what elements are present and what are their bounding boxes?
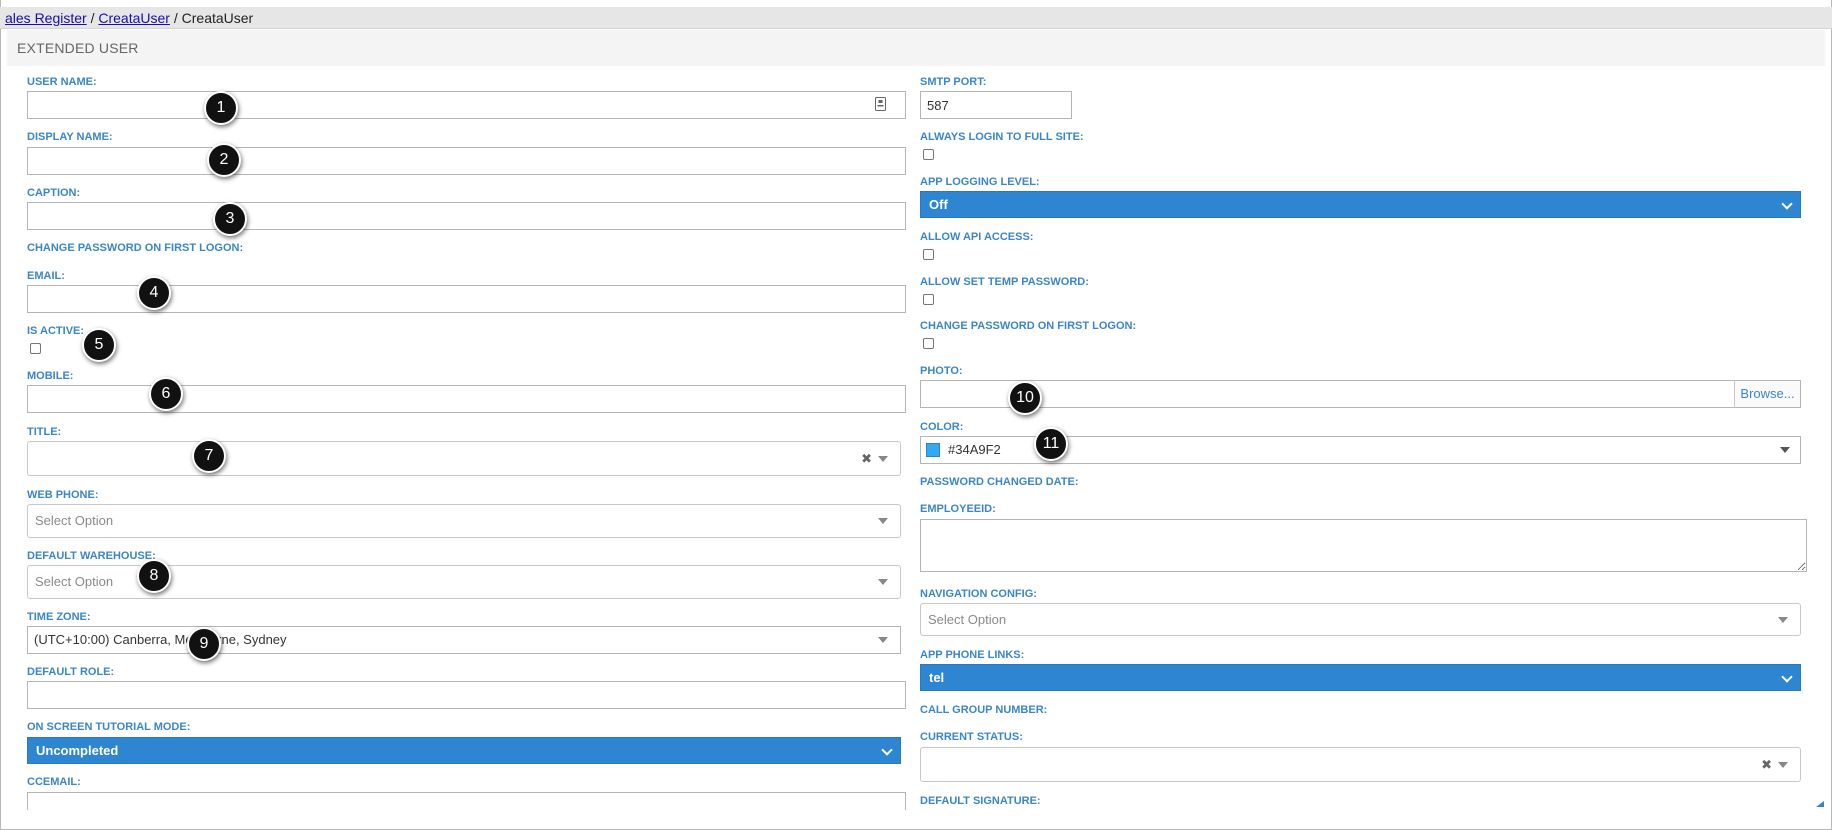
default-role-input[interactable] (27, 681, 906, 709)
caret-down-icon (878, 518, 888, 524)
clear-icon[interactable]: ✖ (1761, 757, 1772, 773)
breadcrumb-separator: / (86, 10, 99, 26)
app-phone-links-select[interactable]: tel (920, 664, 1801, 691)
always-login-full-site-checkbox[interactable] (923, 149, 934, 160)
app-phone-links-value: tel (929, 670, 945, 685)
change-password-first-logon-right-label: CHANGE PASSWORD ON FIRST LOGON: (920, 320, 1137, 332)
display-name-label: DISPLAY NAME: (27, 131, 113, 143)
callout-badge: 3 (213, 202, 247, 236)
app-logging-level-value: Off (929, 197, 948, 212)
chevron-down-icon (1781, 671, 1793, 683)
ccemail-input[interactable] (27, 792, 906, 810)
caret-down-icon (1778, 616, 1788, 623)
allow-set-temp-password-checkbox[interactable] (923, 294, 934, 305)
caret-down-icon (1780, 447, 1790, 453)
caret-down-icon (878, 579, 888, 585)
user-name-label: USER NAME: (27, 76, 97, 88)
time-zone-label: TIME ZONE: (27, 611, 91, 623)
breadcrumb-sales-register-link[interactable]: ales Register (5, 10, 87, 26)
navigation-config-label: NAVIGATION CONFIG: (920, 588, 1037, 600)
allow-api-access-label: ALLOW API ACCESS: (920, 231, 1034, 243)
display-name-input[interactable] (27, 147, 906, 175)
clear-icon[interactable]: ✖ (861, 451, 872, 467)
is-active-label: IS ACTIVE: (27, 325, 85, 337)
navigation-config-select[interactable]: Select Option (920, 603, 1801, 636)
time-zone-value: (UTC+10:00) Canberra, Melbourne, Sydney (34, 632, 287, 647)
callout-badge: 2 (207, 143, 241, 177)
caption-input[interactable] (27, 202, 906, 230)
is-active-checkbox[interactable] (30, 343, 41, 354)
web-phone-select[interactable]: Select Option (27, 504, 901, 538)
default-warehouse-label: DEFAULT WAREHOUSE: (27, 550, 156, 562)
breadcrumb: ales Register / CreataUser / CreataUser (0, 7, 1832, 29)
tutorial-mode-value: Uncompleted (36, 743, 119, 758)
caption-label: CAPTION: (27, 187, 81, 199)
default-role-label: DEFAULT ROLE: (27, 666, 115, 678)
web-phone-label: WEB PHONE: (27, 489, 99, 501)
photo-label: PHOTO: (920, 365, 963, 377)
chevron-down-icon (1781, 198, 1793, 210)
caret-down-icon (878, 637, 888, 643)
callout-badge: 4 (137, 276, 171, 310)
callout-badge: 5 (82, 328, 116, 362)
title-label: TITLE: (27, 426, 62, 438)
color-label: COLOR: (920, 421, 964, 433)
color-value: #34A9F2 (948, 442, 1001, 457)
allow-api-access-checkbox[interactable] (923, 249, 934, 260)
caret-down-icon (1778, 761, 1788, 768)
callout-badge: 10 (1008, 381, 1042, 415)
chevron-down-icon (881, 744, 893, 756)
change-password-first-logon-checkbox[interactable] (923, 338, 934, 349)
callout-badge: 6 (149, 377, 183, 411)
default-signature-label: DEFAULT SIGNATURE: (920, 795, 1041, 807)
breadcrumb-current: CreataUser (181, 10, 254, 26)
color-swatch (926, 443, 940, 457)
web-phone-placeholder: Select Option (35, 513, 114, 528)
employee-id-textarea[interactable] (920, 519, 1807, 572)
callout-badge: 8 (137, 559, 171, 593)
app-phone-links-label: APP PHONE LINKS: (920, 649, 1025, 661)
default-warehouse-placeholder: Select Option (35, 574, 114, 589)
breadcrumb-creatauser-link[interactable]: CreataUser (98, 10, 170, 26)
callout-badge: 9 (187, 627, 221, 661)
title-select[interactable]: ✖ (27, 441, 901, 476)
browse-button[interactable]: Browse... (1734, 380, 1801, 408)
resize-handle-icon[interactable] (1816, 801, 1824, 807)
email-label: EMAIL: (27, 270, 65, 282)
panel-title: EXTENDED USER (7, 30, 1825, 66)
photo-filename-field[interactable] (920, 380, 1735, 408)
change-password-first-logon-label: CHANGE PASSWORD ON FIRST LOGON: (27, 242, 244, 254)
employee-id-label: EMPLOYEEID: (920, 503, 996, 515)
always-login-full-site-label: ALWAYS LOGIN TO FULL SITE: (920, 131, 1084, 143)
contact-card-icon[interactable] (875, 97, 886, 111)
breadcrumb-separator: / (169, 10, 182, 26)
tutorial-mode-select[interactable]: Uncompleted (27, 737, 901, 764)
time-zone-select[interactable]: (UTC+10:00) Canberra, Melbourne, Sydney (27, 626, 901, 654)
allow-set-temp-password-label: ALLOW SET TEMP PASSWORD: (920, 276, 1089, 288)
app-logging-level-select[interactable]: Off (920, 191, 1801, 218)
current-status-select[interactable]: ✖ (920, 747, 1801, 782)
smtp-port-input[interactable] (920, 91, 1072, 119)
password-changed-date-label: PASSWORD CHANGED DATE: (920, 476, 1079, 488)
ccemail-label: CCEMAIL: (27, 776, 81, 788)
tutorial-mode-label: ON SCREEN TUTORIAL MODE: (27, 721, 191, 733)
mobile-label: MOBILE: (27, 370, 74, 382)
user-name-input[interactable] (27, 91, 906, 119)
navigation-config-placeholder: Select Option (928, 612, 1007, 627)
current-status-label: CURRENT STATUS: (920, 731, 1023, 743)
call-group-number-label: CALL GROUP NUMBER: (920, 704, 1048, 716)
callout-badge: 7 (192, 439, 226, 473)
callout-badge: 1 (204, 91, 238, 125)
app-logging-level-label: APP LOGGING LEVEL: (920, 176, 1040, 188)
caret-down-icon (878, 455, 888, 462)
smtp-port-label: SMTP PORT: (920, 76, 987, 88)
callout-badge: 11 (1034, 427, 1068, 461)
